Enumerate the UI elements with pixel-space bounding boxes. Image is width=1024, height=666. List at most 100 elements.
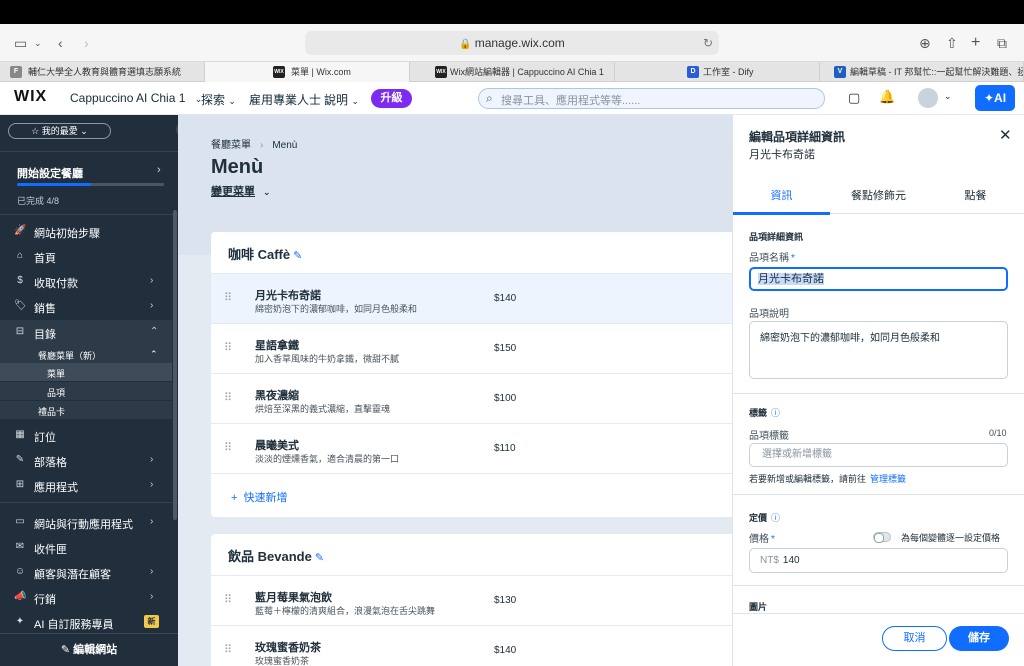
setup-title[interactable]: 開始設定餐廳 [17, 165, 83, 181]
manage-tags-link[interactable]: 管理標籤 [870, 474, 906, 484]
sidebar-item-payments[interactable]: $ 收取付款 › [0, 269, 172, 294]
sparkle-icon: ✦ [983, 91, 995, 105]
item-description-input[interactable]: 綿密奶泡下的濃郁咖啡，如同月色般柔和 [749, 321, 1008, 379]
search-input[interactable]: ⌕ 搜尋工具、應用程式等等...... [478, 88, 825, 109]
blog-icon: ✎ [15, 454, 25, 465]
edit-site-button[interactable]: ✎ 編輯網站 [0, 633, 178, 666]
sidebar-item-items[interactable]: 品項 [0, 382, 172, 400]
sidebar-item-customers[interactable]: ☺ 顧客與潛在顧客 › [0, 560, 172, 585]
variant-price-toggle[interactable] [873, 532, 891, 543]
favorites-dropdown[interactable]: ☆ 我的最愛 ⌄ [8, 123, 111, 139]
change-menu-dropdown[interactable]: 變更菜單 ⌄ [211, 183, 271, 199]
menu-item-row[interactable]: ⠿ 月光卡布奇諾 綿密奶泡下的濃郁咖啡，如同月色般柔和 $140 [211, 273, 732, 323]
people-icon: ☺ [14, 566, 26, 577]
tab-overview-icon[interactable]: ⧉ [997, 34, 1007, 52]
inbox-icon: ✉ [15, 541, 25, 552]
drag-handle-icon[interactable]: ⠿ [224, 643, 232, 656]
new-badge: 新 [144, 615, 159, 628]
info-icon[interactable]: ⓘ [771, 408, 780, 418]
site-selector[interactable]: Cappuccino AI Chia 1 ⌄ [70, 91, 202, 105]
avatar[interactable] [918, 88, 938, 108]
drag-handle-icon[interactable]: ⠿ [224, 593, 232, 606]
info-icon[interactable]: ⓘ [771, 513, 780, 523]
close-icon[interactable]: ✕ [999, 126, 1012, 144]
chevron-right-icon: › [260, 140, 264, 151]
tab-bar: F 輔仁大學全人教育與體育選填志願系統 WIX 菜單 | Wix.com WIX… [0, 62, 1024, 82]
forward-icon[interactable]: › [84, 34, 89, 52]
chat-icon[interactable]: ▢ [848, 90, 860, 106]
nav-explore[interactable]: 探索 ⌄ [201, 91, 236, 108]
sidebar-item-home[interactable]: ⌂ 首頁 [0, 244, 172, 269]
drag-handle-icon[interactable]: ⠿ [224, 341, 232, 354]
tab-favicon: F [10, 66, 22, 78]
menu-item-row[interactable]: ⠿ 黑夜濃縮 烘焙至深黑的義式濃縮，直擊靈魂 $100 [211, 373, 732, 423]
breadcrumb-restaurant-menu[interactable]: 餐廳菜單 [211, 140, 251, 151]
price-input[interactable]: NT$ 140 [749, 548, 1008, 573]
sidebar-item-ai-agent[interactable]: ✦ AI 自訂服務專員新 [0, 610, 172, 635]
cancel-button[interactable]: 取消 [882, 626, 947, 651]
chevron-down-icon[interactable]: ⌄ [34, 34, 42, 52]
sidebar-toggle-icon[interactable]: ▭ [14, 34, 27, 52]
sidebar-item-getting-started[interactable]: 🚀 網站初始步驟 [0, 219, 172, 244]
drag-handle-icon[interactable]: ⠿ [224, 391, 232, 404]
tab-modifiers[interactable]: 餐點修飾元 [830, 187, 927, 203]
tab-dify[interactable]: D 工作室 - Dify [615, 62, 820, 82]
chevron-right-icon[interactable]: › [157, 164, 161, 176]
save-button[interactable]: 儲存 [949, 626, 1009, 651]
sidebar-item-inbox[interactable]: ✉ 收件匣 [0, 535, 172, 560]
sidebar-item-restaurant-menu[interactable]: 餐廳菜單（新） ⌃ [0, 345, 172, 363]
wix-header: WIX Cappuccino AI Chia 1 ⌄ 探索 ⌄ 雇用專業人士 ⌄… [0, 82, 1024, 115]
download-icon[interactable]: ⊕ [919, 34, 931, 52]
quick-add-link[interactable]: + 快速新增 [231, 489, 288, 505]
browser-toolbar: ▭ ⌄ ‹ › 🔒 manage.wix.com ↻ ⊕ ⇧ + ⧉ [0, 24, 1024, 62]
menu-item-row[interactable]: ⠿ 晨曦美式 淡淡的煙燻香氣，適合清晨的第一口 $110 [211, 423, 732, 473]
tags-count: 0/10 [989, 428, 1007, 438]
ai-button[interactable]: ✦AI [975, 85, 1015, 111]
back-icon[interactable]: ‹ [58, 34, 63, 52]
reload-icon[interactable]: ↻ [703, 31, 713, 55]
pencil-icon[interactable]: ✎ [315, 552, 324, 564]
menu-item-row[interactable]: ⠿ 玫瑰蜜香奶茶 玫瑰蜜香奶茶 $140 [211, 625, 732, 666]
sidebar-scrollbar[interactable] [173, 210, 177, 520]
wix-logo[interactable]: WIX [14, 88, 47, 106]
sidebar-item-site-mobile[interactable]: ▭ 網站與行動應用程式 › [0, 510, 172, 535]
pencil-icon[interactable]: ✎ [293, 250, 302, 262]
new-tab-icon[interactable]: + [971, 34, 980, 52]
nav-help[interactable]: 說明 ⌄ [324, 91, 359, 108]
tab-menu[interactable]: WIX 菜單 | Wix.com [205, 62, 410, 82]
sidebar-item-marketing[interactable]: 📣 行銷 › [0, 585, 172, 610]
menu-item-row[interactable]: ⠿ 藍月莓果氣泡飲 藍莓＋檸檬的清爽組合，浪漫氣泡在舌尖跳舞 $130 [211, 575, 732, 625]
tab-editor[interactable]: WIX Wix網站編輯器 | Cappuccino AI Chia 1 [410, 62, 615, 82]
sidebar-item-menus[interactable]: 菜單 [0, 363, 172, 381]
desc-label: 品項說明 [749, 309, 789, 320]
catalog-icon: ⊟ [15, 326, 25, 337]
edit-item-panel: 編輯品項詳細資訊 月光卡布奇諾 ✕ 資訊 餐點修飾元 點餐 品項詳細資訊 品項名… [732, 115, 1024, 666]
sidebar-item-gift-card[interactable]: 禮品卡 [0, 401, 172, 419]
item-name-input[interactable]: 月光卡布奇諾 [749, 267, 1008, 291]
upgrade-button[interactable]: 升級 [371, 89, 412, 108]
tab-ordering[interactable]: 點餐 [927, 187, 1024, 203]
sidebar-item-sales[interactable]: 🏷 銷售 › [0, 294, 172, 319]
share-icon[interactable]: ⇧ [946, 34, 958, 52]
chevron-down-icon[interactable]: ⌄ [944, 91, 952, 102]
drag-handle-icon[interactable]: ⠿ [224, 291, 232, 304]
bell-icon[interactable]: 🔔 [879, 89, 895, 105]
pricing-heading: 定價 ⓘ [749, 513, 781, 523]
address-bar[interactable]: 🔒 manage.wix.com ↻ [305, 31, 719, 55]
tab-title: Wix網站編輯器 | Cappuccino AI Chia 1 [450, 67, 604, 77]
section-card-coffee: 咖啡 Caffè ✎ ⠿ 月光卡布奇諾 綿密奶泡下的濃郁咖啡，如同月色般柔和 $140 … [211, 232, 732, 517]
drag-handle-icon[interactable]: ⠿ [224, 441, 232, 454]
menu-item-row[interactable]: ⠿ 星語拿鐵 加入香草風味的牛奶拿鐵，微甜不膩 $150 [211, 323, 732, 373]
main-content: 餐廳菜單 › Menù Menù 變更菜單 ⌄ 咖啡 Caffè ✎ ⠿ 月光卡布奇諾 綿密… [178, 115, 732, 666]
tab-fju[interactable]: F 輔仁大學全人教育與體育選填志願系統 [0, 62, 205, 82]
tab-info[interactable]: 資訊 [733, 187, 830, 203]
price-label: 價格 * [749, 534, 775, 545]
sidebar-item-reservations[interactable]: ▦ 訂位 [0, 423, 172, 448]
sidebar-item-catalog[interactable]: ⊟ 目錄 ⌃ [0, 320, 172, 345]
sidebar-item-apps[interactable]: ⊞ 應用程式 › [0, 473, 172, 498]
tags-input[interactable]: 選擇或新增標籤 [749, 443, 1008, 467]
nav-hire[interactable]: 雇用專業人士 ⌄ [249, 91, 332, 108]
tab-ithome[interactable]: V 編輯草稿 - IT 邦幫忙::一起幫忙解決難題、拯救 IT 人的一天 [820, 62, 1024, 82]
divider [733, 393, 1024, 394]
sidebar-item-blog[interactable]: ✎ 部落格 › [0, 448, 172, 473]
